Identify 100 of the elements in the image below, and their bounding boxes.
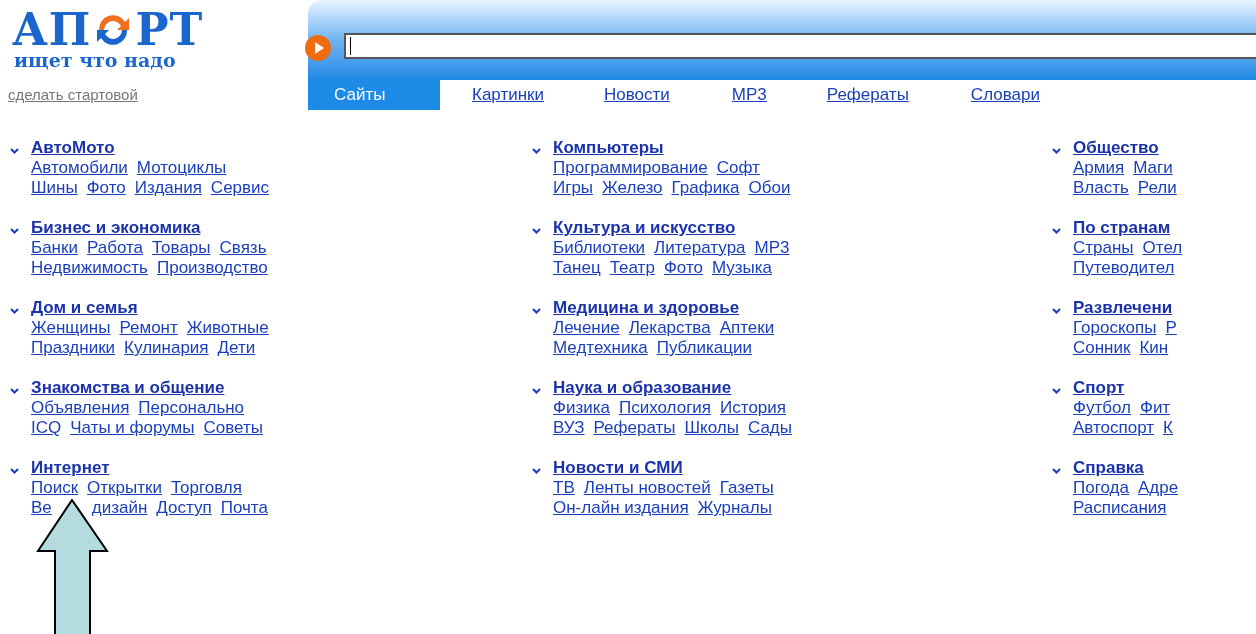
subcategory-link[interactable]: Медтехника <box>553 338 648 358</box>
subcategory-link[interactable]: Поиск <box>31 478 79 498</box>
subcategory-link[interactable]: Животные <box>186 318 269 338</box>
subcategory-link[interactable]: Советы <box>203 418 263 438</box>
category-link[interactable]: Интернет <box>31 458 110 478</box>
subcategory-link[interactable]: Библиотеки <box>553 238 646 258</box>
subcategory-link[interactable]: Дети <box>217 338 256 358</box>
category-link[interactable]: Бизнес и экономика <box>31 218 201 238</box>
tab[interactable]: Рефераты <box>824 80 911 110</box>
subcategory-link[interactable]: Адре <box>1137 478 1179 498</box>
category-link[interactable]: Развлечени <box>1073 298 1173 318</box>
subcategory-link[interactable]: Армия <box>1073 158 1125 178</box>
subcategory-link[interactable]: Железо <box>602 178 663 198</box>
subcategory-link[interactable]: Ленты новостей <box>583 478 711 498</box>
subcategory-link[interactable]: Объявления <box>31 398 130 418</box>
subcategory-link[interactable]: Танец <box>553 258 601 278</box>
subcategory-link[interactable]: Чаты и форумы <box>70 418 195 438</box>
subcategory-link[interactable]: Отел <box>1142 238 1183 258</box>
subcategory-link[interactable]: Р <box>1165 318 1177 338</box>
subcategory-link[interactable]: Мотоциклы <box>136 158 227 178</box>
subcategory-link[interactable]: К <box>1163 418 1173 438</box>
category-link[interactable]: По странам <box>1073 218 1171 238</box>
subcategory-link[interactable]: Власть <box>1073 178 1129 198</box>
subcategory-link[interactable]: Фото <box>663 258 703 278</box>
subcategory-link[interactable]: Расписания <box>1073 498 1167 518</box>
subcategory-link[interactable]: Ремонт <box>119 318 178 338</box>
subcategory-link[interactable]: Газеты <box>719 478 774 498</box>
subcategory-link[interactable]: ВУЗ <box>553 418 585 438</box>
subcategory-link[interactable]: дизайн <box>91 498 148 518</box>
subcategory-link[interactable]: Музыка <box>711 258 773 278</box>
subcategory-link[interactable]: Литература <box>654 238 746 258</box>
category-link[interactable]: Медицина и здоровье <box>553 298 740 318</box>
subcategory-link[interactable]: Журналы <box>697 498 772 518</box>
subcategory-link[interactable]: Аптеки <box>719 318 775 338</box>
category-link[interactable]: АвтоМото <box>31 138 115 158</box>
subcategory-link[interactable]: Банки <box>31 238 78 258</box>
subcategory-link[interactable]: ICQ <box>31 418 62 438</box>
category-link[interactable]: Справка <box>1073 458 1144 478</box>
category-link[interactable]: Спорт <box>1073 378 1125 398</box>
subcategory-link[interactable]: Публикации <box>656 338 752 358</box>
subcategory-link[interactable]: Сонник <box>1073 338 1131 358</box>
subcategory-link[interactable]: Физика <box>553 398 610 418</box>
subcategory-link[interactable]: ТВ <box>553 478 575 498</box>
subcategory-link[interactable]: Рефераты <box>593 418 676 438</box>
subcategory-link[interactable]: Сады <box>747 418 792 438</box>
category-link[interactable]: Культура и искусство <box>553 218 736 238</box>
subcategory-link[interactable]: Автомобили <box>31 158 128 178</box>
tab[interactable]: Словари <box>968 80 1042 110</box>
subcategory-link[interactable]: Издания <box>134 178 202 198</box>
subcategory-link[interactable]: Школы <box>684 418 739 438</box>
subcategory-link[interactable]: Открытки <box>87 478 162 498</box>
subcategory-link[interactable]: Праздники <box>31 338 116 358</box>
subcategory-link[interactable]: Фото <box>86 178 126 198</box>
subcategory-link[interactable]: Театр <box>609 258 655 278</box>
subcategory-link[interactable]: Он-лайн издания <box>553 498 689 518</box>
subcategory-link[interactable]: Товары <box>152 238 211 258</box>
category-link[interactable]: Знакомства и общение <box>31 378 225 398</box>
subcategory-link[interactable]: Страны <box>1073 238 1134 258</box>
subcategory-link[interactable]: Маги <box>1133 158 1173 178</box>
play-button-icon[interactable] <box>304 34 332 62</box>
subcategory-link[interactable]: Футбол <box>1073 398 1131 418</box>
subcategory-link[interactable]: Рели <box>1137 178 1177 198</box>
category-link[interactable]: Компьютеры <box>553 138 664 158</box>
subcategory-link[interactable]: История <box>720 398 786 418</box>
subcategory-link[interactable]: Автоспорт <box>1073 418 1155 438</box>
category-link[interactable]: Дом и семья <box>31 298 138 318</box>
subcategory-link[interactable]: Графика <box>671 178 740 198</box>
subcategory-link[interactable]: Игры <box>553 178 594 198</box>
tab[interactable]: Картинки <box>470 80 547 110</box>
subcategory-link[interactable]: Кулинария <box>124 338 209 358</box>
subcategory-link[interactable]: Лечение <box>553 318 620 338</box>
subcategory-link[interactable]: Кин <box>1139 338 1169 358</box>
subcategory-link[interactable]: Производство <box>156 258 268 278</box>
subcategory-link[interactable]: Погода <box>1073 478 1129 498</box>
subcategory-link[interactable]: Шины <box>31 178 78 198</box>
category-link[interactable]: Общество <box>1073 138 1159 158</box>
subcategory-link[interactable]: Обои <box>748 178 791 198</box>
subcategory-link[interactable]: Лекарства <box>628 318 711 338</box>
subcategory-link[interactable]: Путеводител <box>1073 258 1175 278</box>
tab[interactable]: MP3 <box>729 80 769 110</box>
subcategory-link[interactable]: Фит <box>1139 398 1171 418</box>
subcategory-link[interactable]: Недвижимость <box>31 258 148 278</box>
tab[interactable]: Сайты <box>308 80 440 110</box>
subcategory-link[interactable]: Доступ <box>156 498 212 518</box>
subcategory-link[interactable]: MP3 <box>754 238 790 258</box>
make-start-page-link[interactable]: сделать стартовой <box>8 83 138 106</box>
subcategory-link[interactable]: Работа <box>86 238 144 258</box>
category-link[interactable]: Новости и СМИ <box>553 458 683 478</box>
subcategory-link[interactable]: Софт <box>716 158 760 178</box>
subcategory-link[interactable]: Торговля <box>170 478 242 498</box>
subcategory-link[interactable]: Персонально <box>138 398 245 418</box>
subcategory-link[interactable]: Сервис <box>210 178 270 198</box>
subcategory-link[interactable]: Программирование <box>553 158 708 178</box>
category-link[interactable]: Наука и образование <box>553 378 732 398</box>
subcategory-link[interactable]: Психология <box>619 398 712 418</box>
subcategory-link[interactable]: Женщины <box>31 318 111 338</box>
subcategory-link[interactable]: Почта <box>220 498 268 518</box>
tab[interactable]: Новости <box>602 80 672 110</box>
subcategory-link[interactable]: Ве <box>31 498 52 518</box>
subcategory-link[interactable]: Связь <box>219 238 267 258</box>
